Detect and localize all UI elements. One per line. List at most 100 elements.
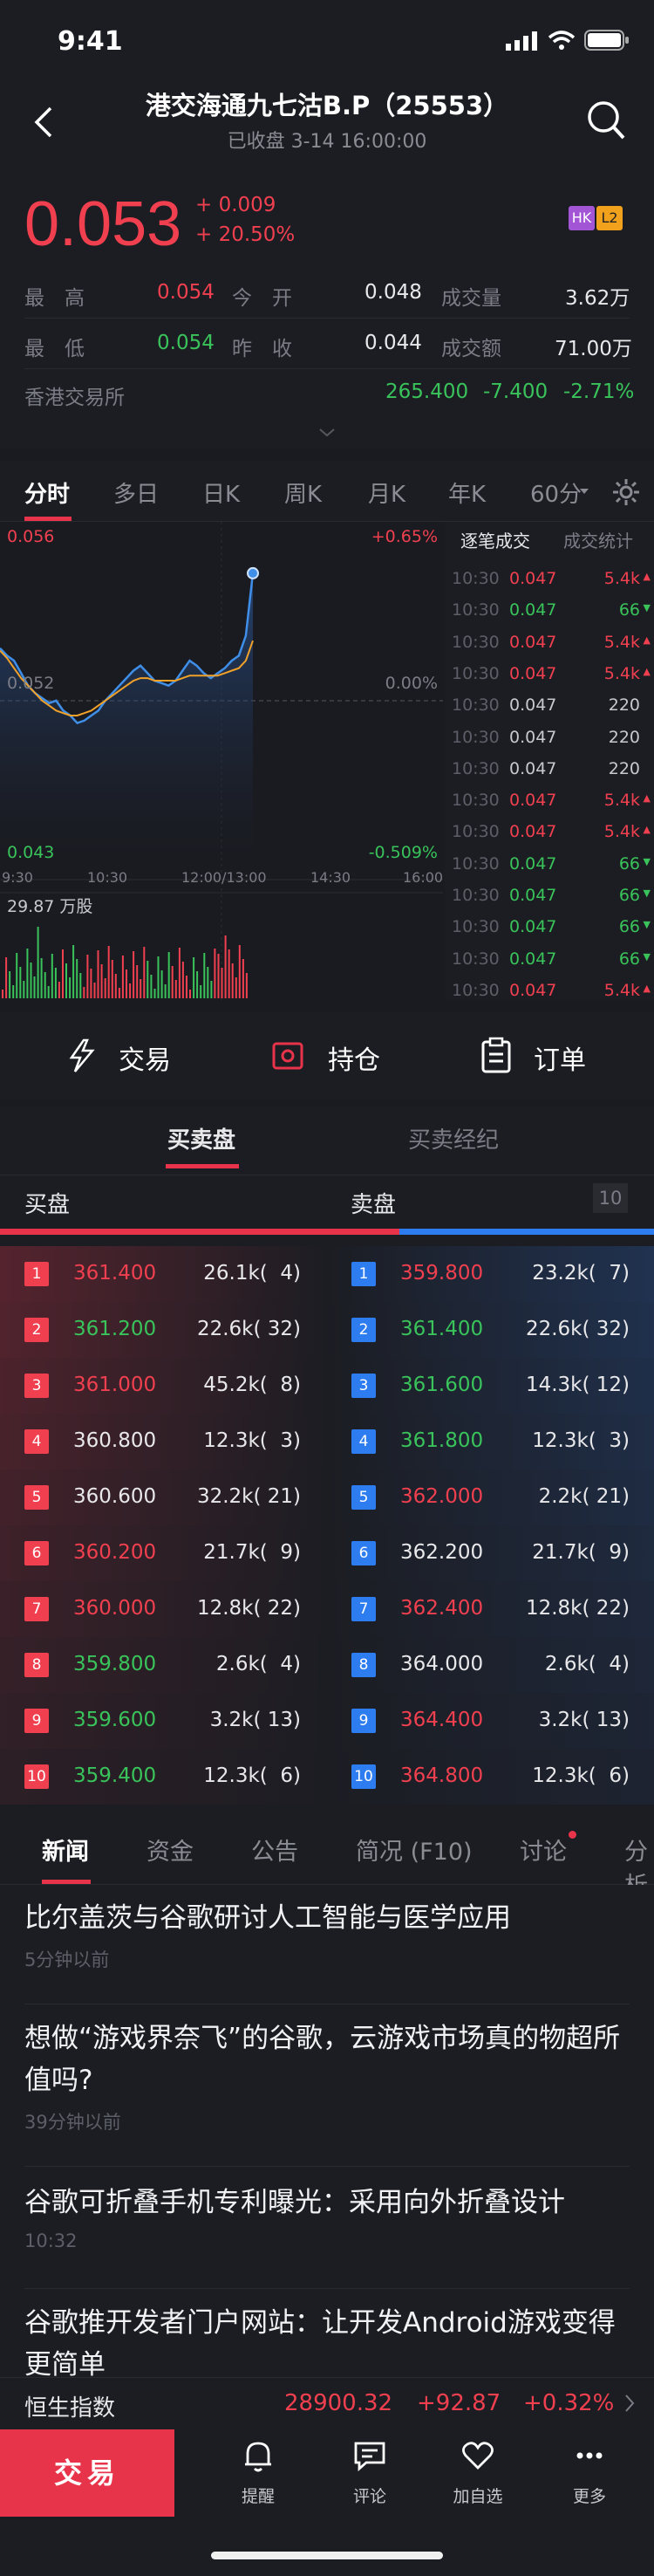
y-max-label: 0.056 [7,527,55,546]
volume-bar [93,983,96,998]
x-tick: 16:00 [403,869,444,886]
bid-level-row[interactable]: 4 360.800 12.3k( 3) [0,1414,327,1470]
news-item[interactable]: 谷歌可折叠手机专利曝光：采用向外折叠设计 10:32 [24,2182,630,2251]
level-badge: 4 [351,1429,376,1454]
label-open: 今 开 [232,287,292,310]
bid-level-row[interactable]: 10 359.400 12.3k( 6) [0,1749,327,1805]
ask-level-row[interactable]: 4 361.800 12.3k( 3) [327,1414,654,1470]
volume-bar [90,969,92,998]
tab-discussion[interactable]: 讨论 [520,1833,567,1867]
pct-bottom-label: -0.509% [368,843,438,862]
search-icon[interactable] [586,99,626,141]
orders-action[interactable]: 订单 [534,1038,586,1077]
volume-bars [2,927,248,998]
depth-selector[interactable]: 10 [593,1183,628,1213]
tab-indicator [42,1880,91,1884]
trade-button[interactable]: 交易 [0,2429,174,2517]
tab-trade-stats[interactable]: 成交统计 [563,527,633,552]
position-icon [272,1042,303,1070]
volume-bar [224,935,227,998]
ask-level-row[interactable]: 6 362.200 21.7k( 9) [327,1525,654,1581]
level-price: 361.000 [73,1374,157,1396]
level-price: 362.400 [400,1597,484,1620]
tab-multiday[interactable]: 多日 [113,476,159,509]
level-price: 359.400 [73,1764,157,1787]
bid-level-row[interactable]: 5 360.600 32.2k( 21) [0,1470,327,1525]
volume-bar [126,969,127,998]
bid-level-row[interactable]: 2 361.200 22.6k( 32) [0,1302,327,1358]
volume-bar [189,990,191,998]
expand-chevron-icon[interactable] [318,428,336,438]
trade-time: 10:30 [452,663,500,683]
tab-60min[interactable]: 60分 [530,476,582,509]
nav-more[interactable]: 更多 [546,2438,633,2507]
trade-price: 0.047 [509,695,557,716]
bid-level-row[interactable]: 6 360.200 21.7k( 9) [0,1525,327,1581]
volume-bar [19,967,22,998]
value-volume: 3.62万 [565,287,630,310]
pct-top-label: +0.65% [371,527,438,546]
tab-week-k[interactable]: 周K [284,476,322,509]
ask-level-row[interactable]: 10 364.800 12.3k( 6) [327,1749,654,1805]
down-arrow-icon: ▼ [643,855,651,867]
volume-bar [12,985,15,998]
level-price: 361.800 [400,1429,484,1452]
tab-profile[interactable]: 简况 (F10) [356,1833,473,1867]
tab-broker-queue[interactable]: 买卖经纪 [408,1122,499,1154]
bid-level-row[interactable]: 8 359.800 2.6k( 4) [0,1637,327,1693]
bid-level-row[interactable]: 7 360.000 12.8k( 22) [0,1581,327,1637]
ask-level-row[interactable]: 8 364.000 2.6k( 4) [327,1637,654,1693]
intraday-chart[interactable]: 0.056 0.052 0.043 +0.65% 0.00% -0.509% 9… [0,522,443,1000]
level-price: 359.800 [400,1262,484,1285]
bid-level-row[interactable]: 9 359.600 3.2k( 13) [0,1693,327,1749]
trade-action[interactable]: 交易 [119,1038,171,1077]
tab-news[interactable]: 新闻 [42,1833,89,1867]
bid-strength-bar [0,1229,399,1235]
trade-price: 0.047 [509,949,557,969]
tab-month-k[interactable]: 月K [368,476,405,509]
news-item[interactable]: 谷歌推开发者门户网站：让开发Android游戏变得更简单 [24,2302,630,2382]
down-arrow-icon: ▼ [643,887,651,899]
nav-watchlist[interactable]: 加自选 [434,2438,521,2507]
ask-level-row[interactable]: 1 359.800 23.2k( 7) [327,1246,654,1302]
level-price: 364.000 [400,1653,484,1675]
ask-level-row[interactable]: 3 361.600 14.3k( 12) [327,1358,654,1414]
dropdown-triangle-icon[interactable] [579,487,589,496]
ask-level-row[interactable]: 2 361.400 22.6k( 32) [327,1302,654,1358]
more-dots-icon [576,2452,603,2459]
ask-level-row[interactable]: 9 364.400 3.2k( 13) [327,1693,654,1749]
settings-gear-icon[interactable] [610,476,642,508]
trade-row: 10:30 0.047 66 ▼ [445,910,654,942]
index-ticker-bar[interactable]: 恒生指数 28900.32 +92.87 +0.32% [0,2377,654,2429]
news-tabs: 新闻 资金 公告 简况 (F10) 讨论 分析 [0,1815,654,1900]
tab-order-book[interactable]: 买卖盘 [167,1122,235,1154]
trade-time: 10:30 [452,569,500,588]
volume-bar [150,975,153,998]
news-item[interactable]: 比尔盖茨与谷歌研讨人工智能与医学应用 5分钟以前 [24,1897,630,1972]
bid-level-row[interactable]: 1 361.400 26.1k( 4) [0,1246,327,1302]
tab-funds[interactable]: 资金 [146,1833,194,1867]
volume-bar [69,977,72,998]
trade-volume: 220 [608,758,640,778]
nav-comment[interactable]: 评论 [326,2438,413,2507]
quote-row-high: 最 高 0.054 今 开 0.048 成交量 3.62万 [0,269,654,318]
ask-level-row[interactable]: 5 362.000 2.2k( 21) [327,1470,654,1525]
tab-tick-trades[interactable]: 逐笔成交 [460,527,530,552]
nav-alert[interactable]: 提醒 [215,2438,302,2507]
tab-year-k[interactable]: 年K [448,476,486,509]
bid-level-row[interactable]: 3 361.000 45.2k( 8) [0,1358,327,1414]
ask-level-row[interactable]: 7 362.400 12.8k( 22) [327,1581,654,1637]
up-arrow-icon: ▲ [643,792,651,805]
y-min-label: 0.043 [7,843,55,862]
position-action[interactable]: 持仓 [328,1038,380,1077]
x-tick: 12:00/13:00 [181,869,267,886]
news-item[interactable]: 想做“游戏界奈飞”的谷歌，云游戏市场真的物超所值吗? 39分钟以前 [24,2018,630,2134]
level-price: 361.200 [73,1318,157,1340]
tab-intraday[interactable]: 分时 [24,476,70,509]
tab-announcements[interactable]: 公告 [251,1833,298,1867]
level-volume: 12.3k( 3) [203,1429,301,1452]
tab-day-k[interactable]: 日K [202,476,240,509]
volume-bar [196,971,199,998]
exchange-row[interactable]: 香港交易所 265.400 -7.400 -2.71% [0,368,654,417]
x-tick: 9:30 [2,869,33,886]
